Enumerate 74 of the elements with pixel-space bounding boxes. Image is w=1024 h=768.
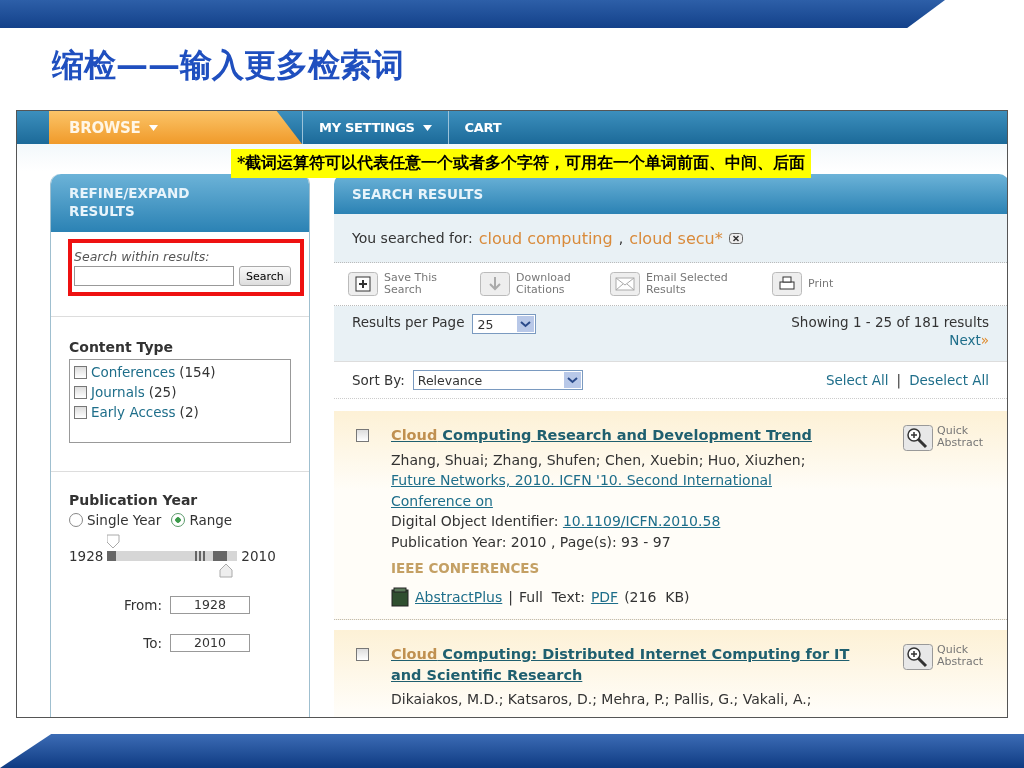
range-max-label: 2010 bbox=[241, 548, 276, 564]
envelope-icon bbox=[610, 272, 640, 296]
zoom-in-icon bbox=[903, 644, 933, 670]
search-term: cloud secu* bbox=[629, 228, 723, 248]
result-title-link[interactable]: Cloud Computing: Distributed Internet Computing for IT and Scientific Research bbox=[391, 644, 881, 685]
deselect-all-link[interactable]: Deselect All bbox=[909, 372, 989, 388]
plus-icon bbox=[348, 272, 378, 296]
to-label: To: bbox=[142, 635, 162, 651]
content-type-link[interactable]: Early Access bbox=[91, 402, 176, 422]
next-link[interactable]: Next» bbox=[949, 332, 989, 348]
quick-abstract-button[interactable]: Quick Abstract bbox=[903, 425, 991, 607]
content-type-link[interactable]: Journals bbox=[91, 382, 145, 402]
from-year-field[interactable]: 1928 bbox=[170, 596, 250, 614]
checkbox[interactable] bbox=[74, 385, 87, 399]
checkbox[interactable] bbox=[356, 648, 369, 661]
category-label: IEEE CONFERENCES bbox=[391, 559, 541, 578]
select-all-link[interactable]: Select All bbox=[825, 372, 889, 388]
quick-abstract-button[interactable]: Quick Abstract bbox=[903, 644, 991, 710]
count-label: (25) bbox=[148, 383, 177, 402]
abstract-plus-link[interactable]: AbstractPlus bbox=[415, 586, 503, 607]
content-type-link[interactable]: Conferences bbox=[91, 362, 176, 382]
toolbar-action[interactable]: Email Selected Results bbox=[610, 272, 738, 296]
panel-heading: SEARCH RESULTS bbox=[334, 174, 1007, 214]
count-label: (154) bbox=[179, 363, 216, 382]
nav-tab[interactable]: MY SETTINGS bbox=[302, 111, 448, 144]
results-count: Showing 1 - 25 of 181 results bbox=[791, 314, 989, 330]
count-label: (2) bbox=[179, 403, 199, 422]
sort-dropdown[interactable]: Relevance bbox=[412, 370, 583, 390]
to-year-field[interactable]: 2010 bbox=[170, 634, 250, 652]
printer-icon bbox=[772, 272, 802, 296]
authors-text: Dikaiakos, M.D.; Katsaros, D.; Mehra, P.; Pallis, G.; Vakali, A.; bbox=[391, 690, 813, 709]
link-divider: | bbox=[896, 372, 902, 388]
callout-note: *截词运算符可以代表任意一个或者多个字符，可用在一个单词前面、中间、后面 bbox=[231, 149, 812, 178]
checkbox[interactable] bbox=[356, 429, 369, 442]
range-slider-drawing[interactable] bbox=[107, 534, 238, 578]
range-min-label: 1928 bbox=[69, 548, 104, 564]
toolbar-action[interactable]: Save This Search bbox=[348, 272, 446, 296]
slide-title: 缩检——输入更多检索词 bbox=[52, 45, 404, 86]
term-separator: , bbox=[618, 230, 624, 246]
nav-tab[interactable]: CART bbox=[447, 111, 518, 144]
file-size: (216 KB) bbox=[624, 587, 690, 607]
full-text-label: Full Text: bbox=[519, 587, 585, 607]
section-heading: Publication Year bbox=[69, 492, 199, 508]
checkbox[interactable] bbox=[74, 365, 87, 379]
searched-for-label: You searched for: bbox=[352, 230, 473, 246]
publication-info: Publication Year: 2010 , Page(s): 93 - 97 bbox=[391, 532, 672, 552]
radio-button[interactable] bbox=[69, 513, 83, 527]
toolbar-action[interactable]: Print bbox=[772, 272, 834, 296]
zoom-in-icon bbox=[903, 425, 933, 451]
close-icon[interactable] bbox=[728, 232, 743, 244]
document-icon bbox=[391, 586, 409, 607]
search-within-field[interactable] bbox=[74, 266, 234, 286]
pdf-link[interactable]: PDF bbox=[590, 586, 619, 607]
download-icon bbox=[480, 272, 510, 296]
sort-label: Sort By: bbox=[352, 372, 405, 388]
result-title-link[interactable]: Cloud Computing Research and Development Trend bbox=[391, 425, 881, 446]
toolbar-action[interactable]: Download Citations bbox=[480, 272, 576, 296]
per-page-label: Results per Page bbox=[352, 314, 465, 330]
doi-link[interactable]: 10.1109/ICFN.2010.58 bbox=[562, 513, 721, 529]
section-heading: Content Type bbox=[69, 339, 175, 355]
radio-label: Single Year bbox=[87, 512, 162, 528]
radio-label: Range bbox=[189, 512, 233, 528]
authors-text: Zhang, Shuai; Zhang, Shufen; Chen, Xuebin; Huo, Xiuzhen; bbox=[391, 450, 807, 470]
radio-button[interactable] bbox=[171, 513, 186, 527]
checkbox[interactable] bbox=[74, 405, 87, 419]
per-page-dropdown[interactable]: 25 bbox=[472, 314, 537, 334]
venue-link[interactable]: Future Networks, 2010. ICFN '10. Second International Conference on bbox=[391, 470, 851, 511]
from-label: From: bbox=[123, 597, 162, 613]
search-term: cloud computing bbox=[478, 228, 613, 248]
search-button[interactable]: Search bbox=[239, 266, 291, 286]
panel-heading: REFINE/EXPAND RESULTS bbox=[51, 174, 309, 232]
doi-label: Digital Object Identifier: bbox=[391, 513, 559, 529]
link-divider: | bbox=[508, 587, 513, 607]
search-within-label: Search within results: bbox=[74, 249, 211, 264]
